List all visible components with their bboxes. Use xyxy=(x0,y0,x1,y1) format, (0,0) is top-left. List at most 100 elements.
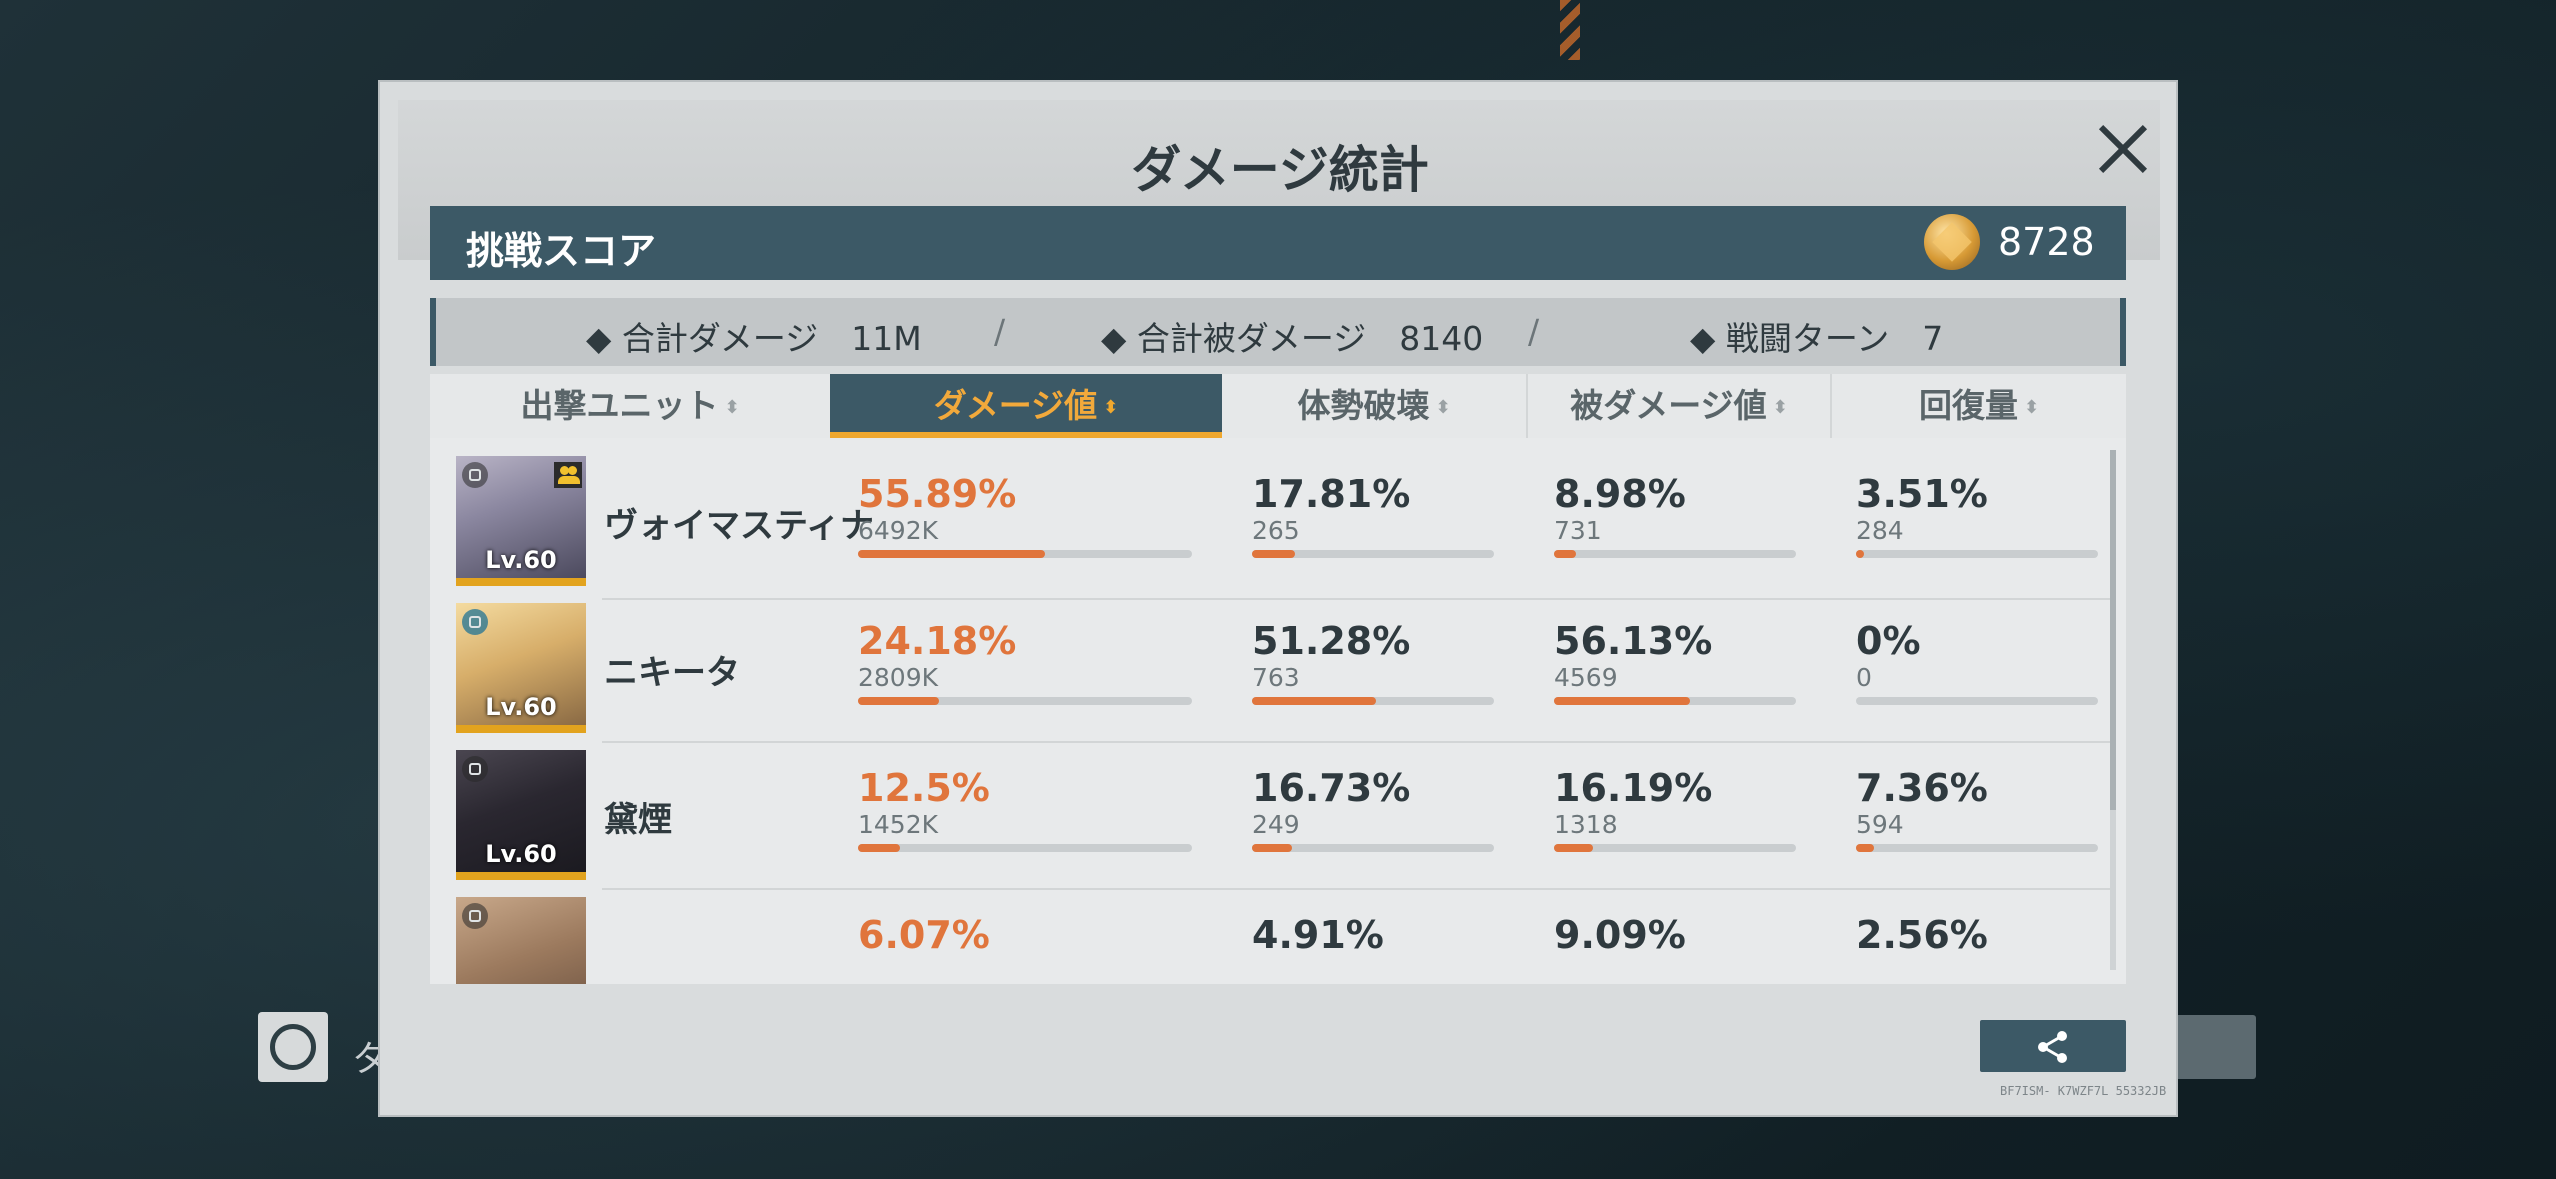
damage-stat: 55.89% 6492K xyxy=(858,472,1192,558)
scrollbar-thumb[interactable] xyxy=(2110,450,2116,810)
damage-percent: 12.5% xyxy=(858,766,990,810)
header-heal-label: 回復量 xyxy=(1918,386,2018,425)
ring-icon xyxy=(270,1024,316,1070)
taken-stat: 8.98% 731 xyxy=(1554,472,1796,558)
taken-raw: 4569 xyxy=(1554,663,1618,692)
break-raw: 763 xyxy=(1252,663,1300,692)
break-bar-fill xyxy=(1252,550,1296,558)
header-damage-label: ダメージ値 xyxy=(933,386,1098,425)
header-break-label: 体勢破壊 xyxy=(1297,386,1430,425)
taken-percent: 16.19% xyxy=(1554,766,1713,810)
medal-icon xyxy=(1924,214,1980,270)
break-bar-fill xyxy=(1252,844,1293,852)
score-label: 挑戦スコア xyxy=(466,229,657,273)
class-icon xyxy=(462,756,488,782)
header-break[interactable]: 体勢破壊 ⬍ xyxy=(1222,374,1526,438)
break-percent: 51.28% xyxy=(1252,619,1411,663)
sort-icon: ⬍ xyxy=(1435,396,1451,418)
unit-stats-table[interactable]: Lv.60 ヴォイマスティナ 55.89% 6492K 17.81% 265 8… xyxy=(430,438,2126,984)
heal-stat: 0% 0 xyxy=(1856,619,2098,705)
heal-raw: 0 xyxy=(1856,663,1872,692)
summary-separator: / xyxy=(1528,312,1540,351)
scrollbar[interactable] xyxy=(2110,450,2116,970)
heal-percent: 3.51% xyxy=(1856,472,1988,516)
background-menu-button xyxy=(258,1012,328,1082)
taken-percent: 8.98% xyxy=(1554,472,1686,516)
battle-summary: ◆ 合計ダメージ 11M / ◆ 合計被ダメージ 8140 / ◆ 戦闘ターン … xyxy=(430,298,2126,366)
heal-bar xyxy=(1856,697,2098,705)
break-raw: 265 xyxy=(1252,516,1300,545)
total-damage: ◆ 合計ダメージ 11M xyxy=(586,319,922,358)
header-damage[interactable]: ダメージ値 ⬍ xyxy=(830,374,1222,438)
heal-bar-fill xyxy=(1856,844,1874,852)
heal-raw: 284 xyxy=(1856,516,1904,545)
taken-bar xyxy=(1554,844,1796,852)
footer-code: BF7ISM- K7WZF7L 55332JB xyxy=(2000,1084,2167,1098)
header-heal[interactable]: 回復量 ⬍ xyxy=(1832,374,2126,438)
heal-raw: 594 xyxy=(1856,810,1904,839)
damage-stat: 24.18% 2809K xyxy=(858,619,1192,705)
damage-percent: 55.89% xyxy=(858,472,1017,516)
header-damage-taken-label: 被ダメージ値 xyxy=(1570,386,1767,425)
unit-name: ヴォイマスティナ xyxy=(604,506,874,546)
taken-percent: 9.09% xyxy=(1554,913,1686,957)
break-percent: 17.81% xyxy=(1252,472,1411,516)
sort-icon: ⬍ xyxy=(2023,396,2040,418)
close-icon[interactable] xyxy=(2080,106,2164,190)
share-icon xyxy=(2038,1031,2067,1063)
class-icon xyxy=(462,462,488,488)
header-unit[interactable]: 出撃ユニット ⬍ xyxy=(430,374,830,438)
damage-bar xyxy=(858,550,1192,558)
support-icon xyxy=(554,462,582,488)
taken-stat: 9.09% xyxy=(1554,913,1796,957)
dialog-title: ダメージ統計 xyxy=(1131,141,1429,199)
avatar[interactable]: Lv.60 xyxy=(456,603,586,733)
heal-bar xyxy=(1856,844,2098,852)
challenge-score-bar: 挑戦スコア 8728 xyxy=(430,206,2126,280)
taken-raw: 731 xyxy=(1554,516,1602,545)
heal-bar-fill xyxy=(1856,550,1865,558)
taken-raw: 1318 xyxy=(1554,810,1618,839)
break-bar-fill xyxy=(1252,697,1377,705)
table-row: 6.07% 4.91% 9.09% 2.56% xyxy=(430,889,2110,984)
battle-turns: ◆ 戦闘ターン 7 xyxy=(1690,319,1944,358)
background-warning-stripe xyxy=(1560,0,1580,60)
header-damage-taken[interactable]: 被ダメージ値 ⬍ xyxy=(1528,374,1830,438)
table-row: Lv.60 ヴォイマスティナ 55.89% 6492K 17.81% 265 8… xyxy=(430,448,2110,600)
share-button[interactable] xyxy=(1980,1020,2126,1072)
unit-name: ニキータ xyxy=(604,653,740,693)
break-bar xyxy=(1252,550,1494,558)
heal-stat: 7.36% 594 xyxy=(1856,766,2098,852)
avatar[interactable]: Lv.60 xyxy=(456,750,586,880)
damage-stat: 12.5% 1452K xyxy=(858,766,1192,852)
damage-bar xyxy=(858,697,1192,705)
taken-bar xyxy=(1554,697,1796,705)
break-percent: 16.73% xyxy=(1252,766,1411,810)
class-icon xyxy=(462,609,488,635)
break-bar xyxy=(1252,697,1494,705)
heal-stat: 2.56% xyxy=(1856,913,2098,957)
damage-bar-fill xyxy=(858,550,1045,558)
damage-bar-fill xyxy=(858,844,900,852)
summary-separator: / xyxy=(994,312,1006,351)
taken-bar-fill xyxy=(1554,844,1594,852)
unit-level: Lv.60 xyxy=(485,546,557,574)
taken-stat: 56.13% 4569 xyxy=(1554,619,1796,705)
avatar[interactable]: Lv.60 xyxy=(456,456,586,586)
damage-bar-fill xyxy=(858,697,939,705)
avatar[interactable] xyxy=(456,897,586,984)
damage-stat: 6.07% xyxy=(858,913,1192,957)
unit-name: 黛煙 xyxy=(604,800,672,840)
sort-icon: ⬍ xyxy=(724,396,740,418)
taken-bar-fill xyxy=(1554,550,1576,558)
column-headers: 出撃ユニット ⬍ ダメージ値 ⬍ 体勢破壊 ⬍ 被ダメージ値 ⬍ 回復量 ⬍ xyxy=(430,374,2126,438)
damage-bar xyxy=(858,844,1192,852)
damage-percent: 6.07% xyxy=(858,913,990,957)
heal-percent: 0% xyxy=(1856,619,1921,663)
table-row: Lv.60 黛煙 12.5% 1452K 16.73% 249 16.19% 1… xyxy=(430,742,2110,890)
score-value: 8728 xyxy=(1998,220,2095,264)
break-stat: 16.73% 249 xyxy=(1252,766,1494,852)
taken-bar-fill xyxy=(1554,697,1690,705)
table-row: Lv.60 ニキータ 24.18% 2809K 51.28% 763 56.13… xyxy=(430,595,2110,743)
damage-percent: 24.18% xyxy=(858,619,1017,663)
